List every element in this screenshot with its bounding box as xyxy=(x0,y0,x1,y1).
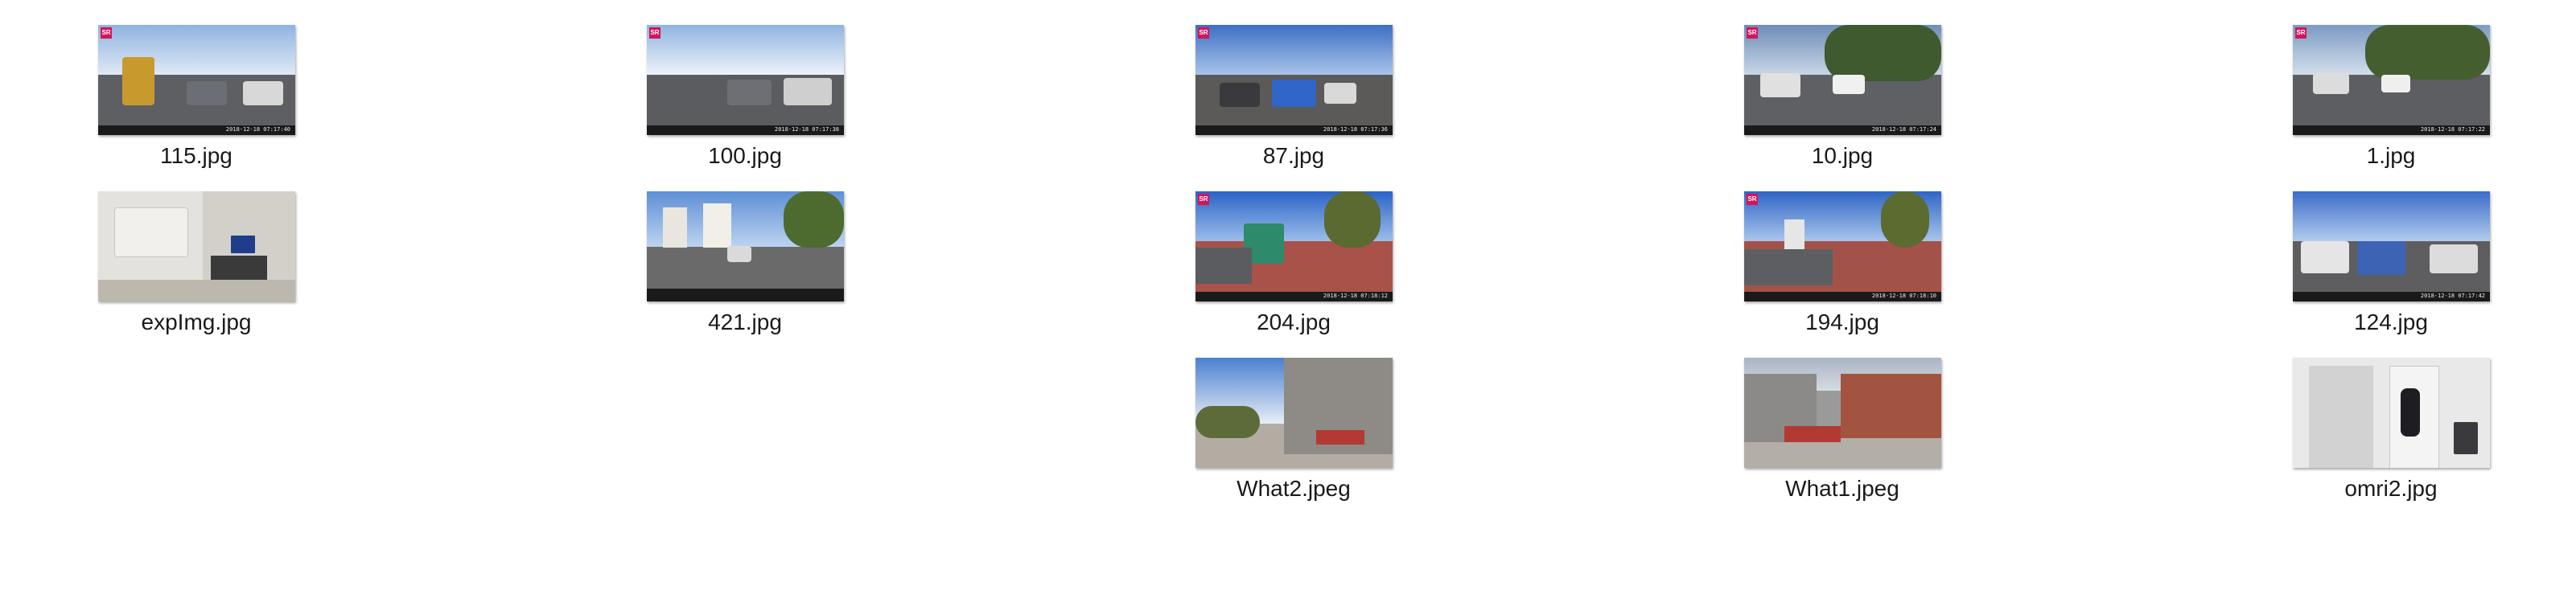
recording-badge: SR xyxy=(649,27,660,39)
file-grid: SR 2018-12-18 07:17:40 115.jpg SR 2018-1… xyxy=(0,0,2576,615)
recording-badge: SR xyxy=(1747,194,1758,205)
file-name-label: What2.jpeg xyxy=(1237,476,1351,501)
image-thumbnail-icon xyxy=(2293,358,2490,468)
image-thumbnail-icon: 2018-12-18 07:17:42 xyxy=(2293,191,2490,301)
file-item-expimg[interactable]: expImg.jpg xyxy=(68,166,325,334)
file-name-label: 100.jpg xyxy=(708,143,782,168)
recording-badge: SR xyxy=(101,27,112,39)
image-thumbnail-icon: SR 2018-12-18 07:17:24 xyxy=(1744,25,1941,135)
file-name-label: 204.jpg xyxy=(1257,310,1331,334)
file-item-what1[interactable]: What1.jpeg xyxy=(1714,333,1971,501)
timestamp-overlay: 2018-12-18 07:17:24 xyxy=(1871,126,1936,133)
timestamp-overlay: 2018-12-18 07:18:12 xyxy=(1323,293,1388,299)
file-item-10[interactable]: SR 2018-12-18 07:17:24 10.jpg xyxy=(1714,0,1971,168)
image-thumbnail-icon: SR 2018-12-18 07:18:12 xyxy=(1195,191,1393,301)
file-name-label: 115.jpg xyxy=(160,143,232,168)
recording-badge: SR xyxy=(1198,27,1209,39)
image-thumbnail-icon: SR 2018-12-18 07:17:40 xyxy=(98,25,295,135)
image-thumbnail-icon xyxy=(647,191,844,301)
file-name-label: 194.jpg xyxy=(1805,310,1879,334)
file-item-omri2[interactable]: omri2.jpg xyxy=(2262,333,2520,501)
image-thumbnail-icon: SR 2018-12-18 07:18:10 xyxy=(1744,191,1941,301)
recording-badge: SR xyxy=(1198,194,1209,205)
file-item-1[interactable]: SR 2018-12-18 07:17:22 1.jpg xyxy=(2262,0,2520,168)
image-thumbnail-icon: SR 2018-12-18 07:17:36 xyxy=(1195,25,1393,135)
file-name-label: What1.jpeg xyxy=(1785,476,1899,501)
timestamp-overlay: 2018-12-18 07:17:36 xyxy=(1323,126,1388,133)
timestamp-overlay: 2018-12-18 07:17:22 xyxy=(2420,126,2485,133)
timestamp-overlay: 2018-12-18 07:17:40 xyxy=(225,126,290,133)
file-name-label: omri2.jpg xyxy=(2344,476,2438,501)
file-name-label: expImg.jpg xyxy=(141,310,252,334)
image-thumbnail-icon: SR 2018-12-18 07:17:22 xyxy=(2293,25,2490,135)
image-thumbnail-icon: SR 2018-12-18 07:17:38 xyxy=(647,25,844,135)
file-name-label: 87.jpg xyxy=(1262,143,1325,168)
file-name-label: 10.jpg xyxy=(1811,143,1874,168)
image-thumbnail-icon xyxy=(1195,358,1393,468)
timestamp-overlay: 2018-12-18 07:17:38 xyxy=(774,126,839,133)
file-item-100[interactable]: SR 2018-12-18 07:17:38 100.jpg xyxy=(616,0,874,168)
image-thumbnail-icon xyxy=(1744,358,1941,468)
file-item-421[interactable]: 421.jpg xyxy=(616,166,874,334)
file-name-label: 124.jpg xyxy=(2354,310,2428,334)
file-item-194[interactable]: SR 2018-12-18 07:18:10 194.jpg xyxy=(1714,166,1971,334)
file-item-87[interactable]: SR 2018-12-18 07:17:36 87.jpg xyxy=(1165,0,1422,168)
timestamp-overlay: 2018-12-18 07:18:10 xyxy=(1871,293,1936,299)
file-item-115[interactable]: SR 2018-12-18 07:17:40 115.jpg xyxy=(68,0,325,168)
image-thumbnail-icon xyxy=(98,191,295,301)
file-name-label: 421.jpg xyxy=(708,310,782,334)
file-name-label: 1.jpg xyxy=(2366,143,2416,168)
file-item-124[interactable]: 2018-12-18 07:17:42 124.jpg xyxy=(2262,166,2520,334)
file-item-what2[interactable]: What2.jpeg xyxy=(1165,333,1422,501)
recording-badge: SR xyxy=(2295,27,2306,39)
timestamp-overlay: 2018-12-18 07:17:42 xyxy=(2420,293,2485,299)
recording-badge: SR xyxy=(1747,27,1758,39)
file-item-204[interactable]: SR 2018-12-18 07:18:12 204.jpg xyxy=(1165,166,1422,334)
